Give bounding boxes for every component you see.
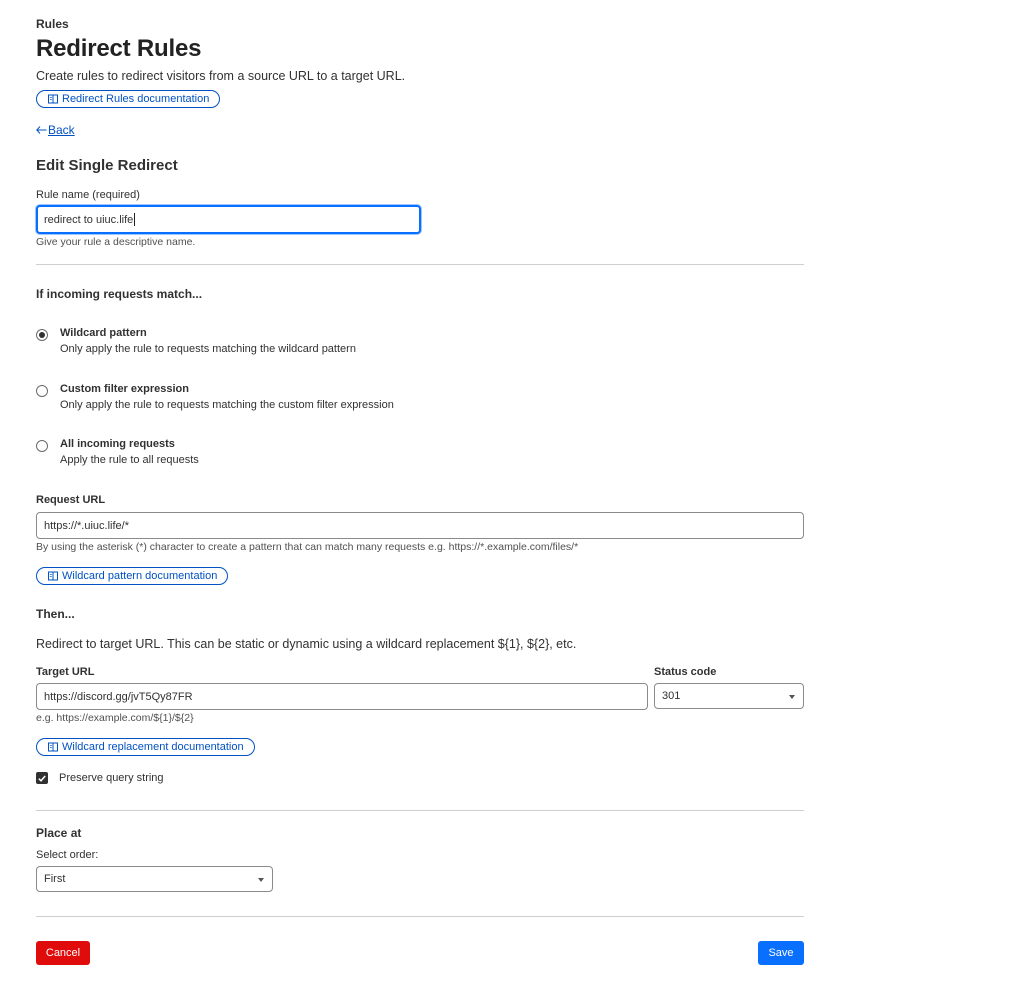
preserve-query-string-option[interactable]: Preserve query string (36, 772, 164, 784)
section-divider (36, 916, 804, 917)
match-heading: If incoming requests match... (36, 287, 203, 301)
wildcard-pattern-doc-link[interactable]: Wildcard pattern documentation (36, 567, 229, 585)
radio-title: Wildcard pattern (60, 327, 147, 339)
rule-name-help: Give your rule a descriptive name. (36, 236, 196, 248)
form-heading: Edit Single Redirect (36, 157, 178, 174)
text-caret (134, 213, 136, 226)
request-url-value: https://*.uiuc.life/* (44, 519, 129, 532)
radio-unselected-icon[interactable] (36, 385, 48, 397)
wildcard-pattern-doc-label: Wildcard pattern documentation (62, 570, 218, 582)
page-title: Redirect Rules (36, 35, 202, 62)
page-description: Create rules to redirect visitors from a… (36, 69, 406, 83)
save-button[interactable]: Save (758, 941, 804, 965)
wildcard-replacement-doc-label: Wildcard replacement documentation (62, 741, 244, 753)
rule-name-value: redirect to uiuc.life (44, 213, 134, 226)
then-heading: Then... (36, 607, 75, 621)
rule-name-input[interactable]: redirect to uiuc.life (36, 205, 421, 234)
rule-name-label: Rule name (required) (36, 189, 140, 201)
back-link-label: Back (48, 123, 75, 137)
target-url-help: e.g. https://example.com/${1}/${2} (36, 712, 194, 724)
status-code-value: 301 (662, 690, 681, 702)
order-value: First (44, 873, 66, 885)
wildcard-replacement-doc-link[interactable]: Wildcard replacement documentation (36, 738, 255, 756)
section-divider (36, 264, 804, 265)
radio-all-requests[interactable]: All incoming requests Apply the rule to … (36, 438, 199, 466)
place-at-heading: Place at (36, 826, 82, 840)
chevron-down-icon (258, 878, 264, 882)
preserve-query-string-label: Preserve query string (59, 772, 164, 784)
chevron-down-icon (789, 695, 795, 699)
redirect-rules-doc-label: Redirect Rules documentation (62, 93, 210, 105)
radio-title: Custom filter expression (60, 383, 189, 395)
redirect-rules-doc-link[interactable]: Redirect Rules documentation (36, 90, 221, 108)
status-code-label: Status code (654, 666, 717, 678)
request-url-label: Request URL (36, 494, 106, 506)
radio-description: Only apply the rule to requests matching… (60, 343, 356, 355)
book-icon (48, 571, 58, 581)
arrow-left-icon (36, 126, 47, 134)
request-url-input[interactable]: https://*.uiuc.life/* (36, 512, 804, 539)
target-url-input[interactable]: https://discord.gg/jvT5Qy87FR (36, 683, 648, 710)
book-icon (48, 94, 58, 104)
then-description: Redirect to target URL. This can be stat… (36, 637, 577, 651)
radio-description: Apply the rule to all requests (60, 454, 199, 466)
checkbox-checked-icon[interactable] (36, 772, 48, 784)
breadcrumb-rules: Rules (36, 17, 69, 31)
request-url-help: By using the asterisk (*) character to c… (36, 541, 579, 553)
book-icon (48, 742, 58, 752)
radio-custom-filter[interactable]: Custom filter expression Only apply the … (36, 383, 394, 411)
back-link[interactable]: Back (36, 123, 75, 137)
radio-description: Only apply the rule to requests matching… (60, 399, 394, 411)
radio-unselected-icon[interactable] (36, 440, 48, 452)
select-order-label: Select order: (36, 849, 99, 861)
target-url-value: https://discord.gg/jvT5Qy87FR (44, 690, 193, 703)
radio-selected-icon[interactable] (36, 329, 48, 341)
target-url-label: Target URL (36, 666, 95, 678)
status-code-select[interactable]: 301 (654, 683, 804, 709)
radio-wildcard-pattern[interactable]: Wildcard pattern Only apply the rule to … (36, 327, 356, 355)
radio-title: All incoming requests (60, 438, 175, 450)
cancel-button[interactable]: Cancel (36, 941, 90, 965)
order-select[interactable]: First (36, 866, 273, 892)
section-divider (36, 810, 804, 811)
